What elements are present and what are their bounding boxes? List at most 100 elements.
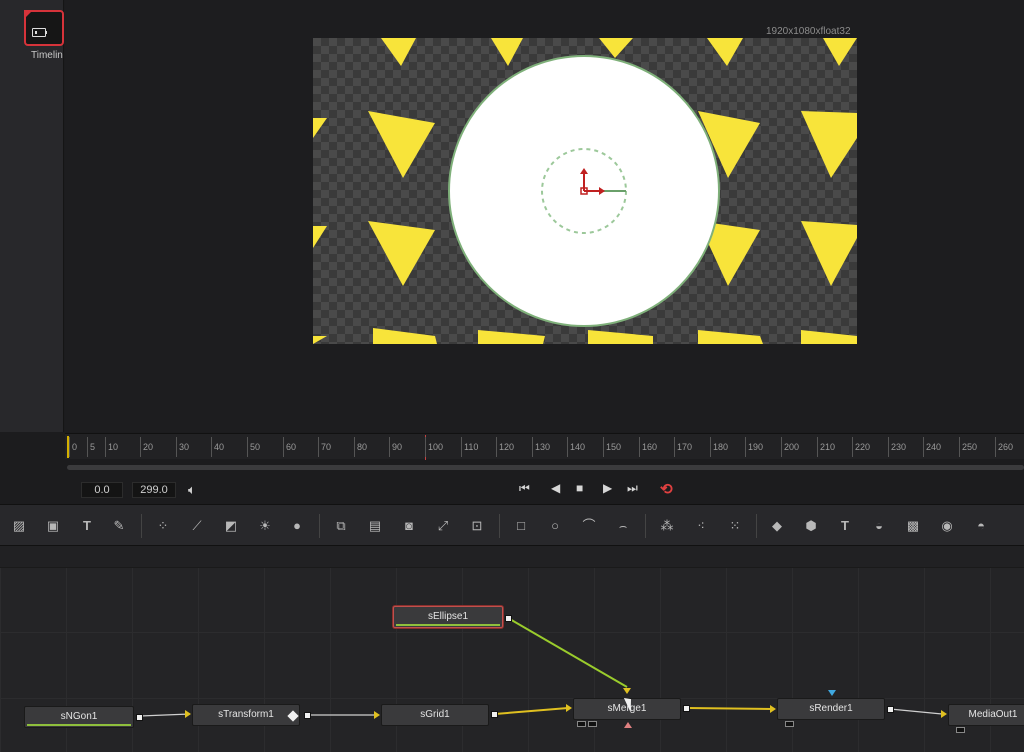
input-arrow-icon[interactable] <box>374 711 380 719</box>
background-icon[interactable]: ▨ <box>10 517 28 535</box>
output-port[interactable] <box>136 714 143 721</box>
toolbar-separator <box>319 514 320 538</box>
bspline-mask-icon[interactable]: ⌢ <box>614 517 632 535</box>
ruler-label: 160 <box>642 442 658 452</box>
merge3d-icon[interactable]: ⬢ <box>802 517 820 535</box>
ruler-label: 30 <box>179 442 190 452</box>
ruler-tick <box>176 437 177 457</box>
ruler-label: 50 <box>250 442 261 452</box>
ruler-label: 10 <box>108 442 119 452</box>
ruler-label: 40 <box>214 442 225 452</box>
media-pool: Timelin <box>0 0 64 432</box>
ruler-tick <box>105 437 106 457</box>
ruler-tick <box>389 437 390 457</box>
ruler-label: 120 <box>499 442 515 452</box>
text3d-icon[interactable]: T <box>836 517 854 535</box>
paint-icon[interactable]: ✎ <box>110 517 128 535</box>
ruler-tick <box>745 437 746 457</box>
ruler-label: 80 <box>357 442 368 452</box>
ruler-label: 5 <box>90 442 96 452</box>
mask-input-arrow-icon[interactable] <box>624 722 632 728</box>
output-port[interactable] <box>505 615 512 622</box>
ruler-tick <box>425 437 426 457</box>
ruler-label: 230 <box>891 442 907 452</box>
ruler-tick <box>995 437 996 457</box>
ruler-label: 0 <box>72 442 78 452</box>
ruler-label: 150 <box>606 442 622 452</box>
ruler-tick <box>532 437 533 457</box>
transform-icon[interactable]: ⤢ <box>434 517 452 535</box>
imageplane3d-icon[interactable]: ◓ <box>972 517 990 535</box>
output-port[interactable] <box>491 711 498 718</box>
viewer[interactable]: 1920x1080xfloat32 <box>65 0 1024 432</box>
blur-icon[interactable]: ● <box>288 517 306 535</box>
ruler-label: 170 <box>677 442 693 452</box>
ellipse-mask-icon[interactable]: ○ <box>546 517 564 535</box>
camera3d-icon[interactable]: ▩ <box>904 517 922 535</box>
stop-icon[interactable]: ■ <box>576 481 583 495</box>
text-icon[interactable]: T <box>78 517 96 535</box>
channel-booleans-icon[interactable]: ▤ <box>366 517 384 535</box>
output-port[interactable] <box>304 712 311 719</box>
node-stransform1[interactable]: sTransform1 <box>192 704 300 726</box>
ruler-label: 210 <box>820 442 836 452</box>
viewer-frame[interactable] <box>313 38 857 344</box>
prender-icon[interactable]: ⁖ <box>692 517 710 535</box>
polygon-mask-icon[interactable]: ⌒ <box>580 517 598 535</box>
input-arrow-icon[interactable] <box>185 710 191 718</box>
time-scrollbar[interactable] <box>67 465 1024 470</box>
global-start-field[interactable]: 0.0 <box>81 482 123 498</box>
composite-image <box>313 38 857 344</box>
shape3d-icon[interactable]: ◆ <box>768 517 786 535</box>
ruler-label: 110 <box>464 442 479 452</box>
output-port[interactable] <box>683 705 690 712</box>
output-port[interactable] <box>887 706 894 713</box>
jump-to-start-icon[interactable]: ⏮︎ <box>519 481 530 496</box>
input-arrow-icon[interactable] <box>941 710 947 718</box>
rectangle-mask-icon[interactable]: □ <box>512 517 530 535</box>
light3d-icon[interactable]: ◉ <box>938 517 956 535</box>
node-mediaout1[interactable]: MediaOut1 <box>948 704 1024 726</box>
node-label: sEllipse1 <box>427 611 469 622</box>
global-end-field[interactable]: 299.0 <box>132 482 176 498</box>
node-sellipse1[interactable]: sEllipse1 <box>393 606 503 628</box>
brightness-icon[interactable]: ◩ <box>222 517 240 535</box>
loop-icon[interactable]: ⟲ <box>660 480 673 498</box>
color-curves-icon[interactable]: ⟋ <box>188 517 206 535</box>
light-icon[interactable]: ☀︎ <box>256 517 274 535</box>
time-ruler[interactable]: 0 5 10 20 30 40 50 60 70 80 90 100 110 120 130 140 150 16… <box>65 433 1024 460</box>
input-arrow-icon[interactable] <box>566 704 572 712</box>
input-arrow-icon[interactable] <box>770 705 776 713</box>
viewer-indicator[interactable] <box>588 721 597 727</box>
resolution-label: 1920x1080xfloat32 <box>766 26 851 37</box>
jump-to-end-icon[interactable]: ⏭︎ <box>627 481 638 496</box>
effect-input-arrow-icon[interactable] <box>623 688 631 694</box>
node-sgrid1[interactable]: sGrid1 <box>381 704 489 726</box>
node-label: MediaOut1 <box>968 709 1018 720</box>
viewer-indicator[interactable] <box>956 727 965 733</box>
node-status-bar <box>27 724 131 726</box>
resize-icon[interactable]: ⊡ <box>468 517 486 535</box>
node-srender1[interactable]: sRender1 <box>777 698 885 720</box>
toolbar-separator <box>645 514 646 538</box>
viewer-indicator[interactable] <box>785 721 794 727</box>
node-editor[interactable]: sEllipse1 sNGon1 sTransform1 sGrid1 sMer… <box>0 546 1024 752</box>
viewer-indicator[interactable] <box>577 721 586 727</box>
pemitter-icon[interactable]: ⁂ <box>658 517 676 535</box>
ruler-label: 240 <box>926 442 942 452</box>
merge-icon[interactable]: ⧉ <box>332 517 350 535</box>
timeline-thumbnail[interactable] <box>24 10 64 46</box>
ruler-label: 130 <box>535 442 551 452</box>
matte-icon[interactable]: ◙ <box>400 517 418 535</box>
ruler-label: 200 <box>784 442 800 452</box>
node-label: sTransform1 <box>218 709 274 720</box>
speaker-icon[interactable]: 🔈︎ <box>188 482 196 498</box>
blue-input-arrow-icon[interactable] <box>828 690 836 696</box>
render3d-icon[interactable]: ◒ <box>870 517 888 535</box>
pkill-icon[interactable]: ⁙ <box>726 517 744 535</box>
play-reverse-icon[interactable]: ◀︎ <box>551 481 560 495</box>
image-icon[interactable]: ▣ <box>44 517 62 535</box>
particles-icon[interactable]: ⁘ <box>154 517 172 535</box>
play-forward-icon[interactable]: ▶︎ <box>603 481 612 495</box>
node-sngon1[interactable]: sNGon1 <box>24 706 134 728</box>
